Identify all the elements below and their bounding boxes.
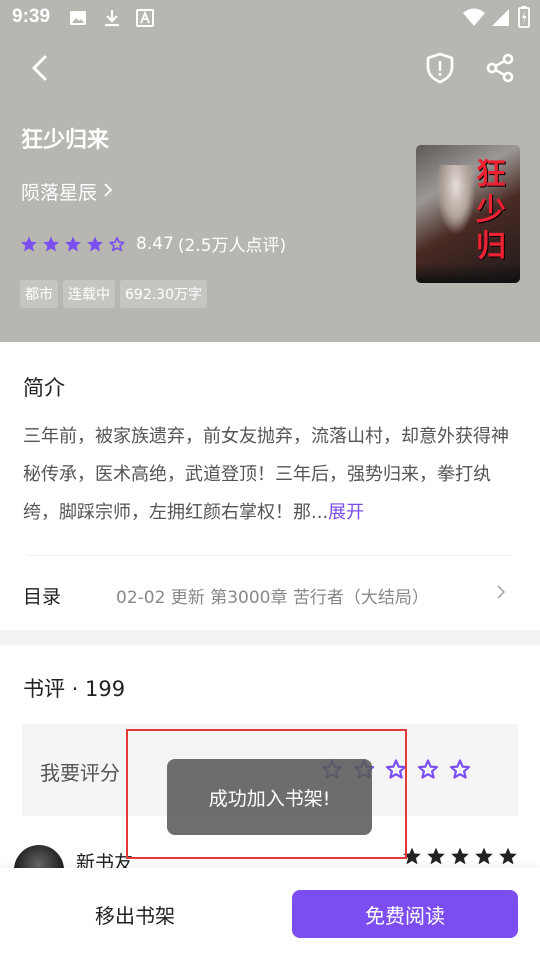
- reviewer-stars: [402, 846, 518, 870]
- download-icon: [102, 8, 122, 32]
- status-bar: 9:39: [0, 0, 540, 36]
- status-time: 9:39: [12, 6, 51, 27]
- report-shield-icon: [425, 52, 455, 88]
- report-button[interactable]: [418, 48, 462, 92]
- star-icon: [20, 235, 38, 253]
- star-icon: [64, 235, 82, 253]
- star-icon[interactable]: [416, 757, 440, 785]
- chevron-right-icon: [103, 181, 113, 203]
- author-link[interactable]: 陨落星辰: [21, 178, 113, 205]
- rate-prompt: 我要评分: [40, 761, 120, 785]
- wifi-icon: [462, 7, 486, 31]
- signal-icon: [490, 7, 510, 31]
- back-button[interactable]: [18, 48, 62, 92]
- star-icon[interactable]: [448, 757, 472, 785]
- expand-link[interactable]: 展开: [328, 502, 364, 523]
- divider: [28, 555, 512, 556]
- intro-text: 三年前，被家族遗弃，前女友抛弃，流落山村，却意外获得神秘传承，医术高绝，武道登顶…: [23, 426, 509, 523]
- battery-icon: [518, 6, 530, 32]
- intro-heading: 简介: [23, 376, 65, 400]
- star-icon: [86, 235, 104, 253]
- share-button[interactable]: [478, 48, 522, 92]
- star-icon: [474, 846, 494, 870]
- tag-status: 连载中: [63, 280, 115, 308]
- tag-list: 都市 连载中 692.30万字: [20, 280, 207, 308]
- font-icon: [136, 8, 154, 32]
- toc-row[interactable]: 目录 02-02 更新 第3000章 苦行者（大结局）: [0, 570, 540, 616]
- toc-label: 目录: [23, 586, 62, 608]
- rating-count: (2.5万人点评): [177, 236, 287, 256]
- star-icon: [426, 846, 446, 870]
- chevron-right-icon: [496, 584, 506, 604]
- star-icon: [42, 235, 60, 253]
- toc-latest-chapter: 02-02 更新 第3000章 苦行者（大结局）: [116, 588, 429, 608]
- book-cover[interactable]: 狂少归: [416, 145, 520, 283]
- book-title: 狂少归来: [21, 128, 110, 153]
- remove-from-shelf-button[interactable]: 移出书架: [40, 890, 230, 938]
- star-icon: [450, 846, 470, 870]
- image-icon: [68, 8, 88, 32]
- share-icon: [485, 53, 515, 87]
- tag-genre[interactable]: 都市: [20, 280, 58, 308]
- tag-wordcount: 692.30万字: [120, 280, 207, 308]
- star-icon: [498, 846, 518, 870]
- rating-score: 8.47: [136, 233, 174, 254]
- free-read-button[interactable]: 免费阅读: [292, 890, 518, 938]
- star-half-icon: [108, 235, 126, 253]
- author-name: 陨落星辰: [21, 182, 98, 204]
- reviews-heading: 书评 · 199: [23, 677, 126, 701]
- back-icon: [28, 54, 52, 86]
- intro-text-block[interactable]: 三年前，被家族遗弃，前女友抛弃，流落山村，却意外获得神秘传承，医术高绝，武道登顶…: [23, 418, 515, 532]
- highlight-box: [126, 729, 407, 859]
- rating-row: 8.47 (2.5万人点评): [20, 231, 286, 256]
